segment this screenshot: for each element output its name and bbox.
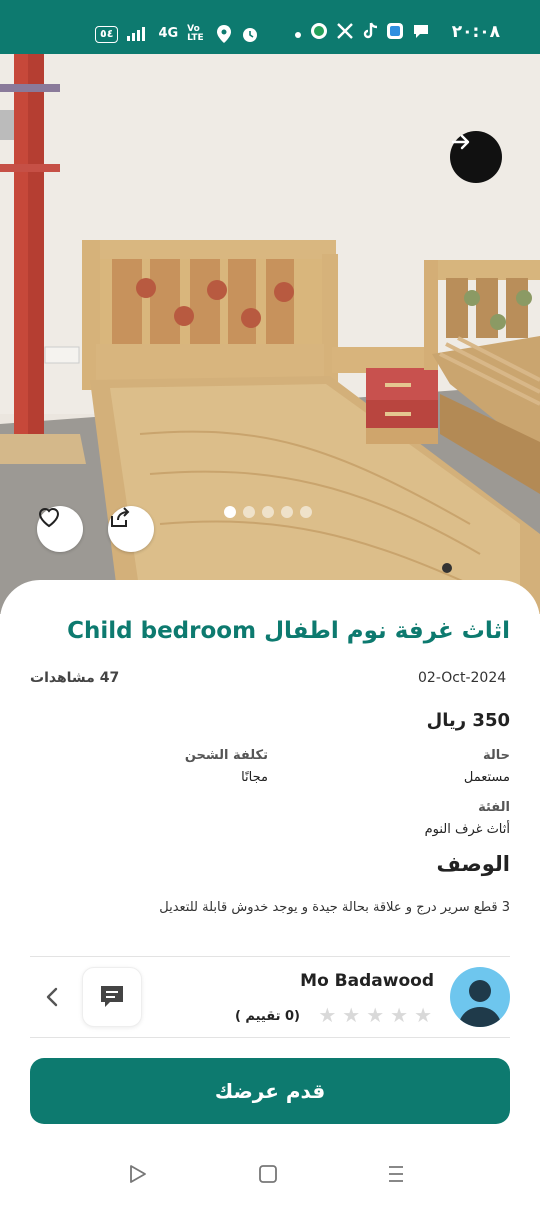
listing-price: 350 ريال bbox=[426, 710, 510, 731]
signal-icon bbox=[127, 25, 149, 43]
listing-details-card: اثاث غرفة نوم اطفال Child bedroom 02-Oct… bbox=[0, 580, 540, 1206]
star-icon: ★ bbox=[342, 1003, 361, 1027]
status-bar: ٥٤ 4G Vo LTE ٢٠:٠٨ bbox=[0, 0, 540, 54]
whatsapp-icon bbox=[310, 22, 328, 44]
listing-title: اثاث غرفة نوم اطفال Child bedroom bbox=[67, 618, 510, 644]
chevron-left-icon[interactable] bbox=[40, 984, 64, 1010]
system-nav-bar bbox=[0, 1150, 540, 1196]
tiktok-icon bbox=[362, 22, 378, 44]
seller-name[interactable]: Mo Badawood bbox=[300, 971, 434, 991]
network-type-label: 4G bbox=[158, 26, 179, 41]
home-nav-button[interactable] bbox=[254, 1160, 282, 1188]
category-label: الفئة bbox=[478, 800, 510, 815]
user-silhouette-icon bbox=[458, 980, 502, 1027]
message-icon bbox=[412, 22, 430, 44]
share-icon bbox=[111, 507, 130, 527]
chat-button[interactable] bbox=[82, 967, 142, 1027]
pagination-dot[interactable] bbox=[224, 506, 236, 518]
pagination-dot[interactable] bbox=[281, 506, 293, 518]
app-icon bbox=[386, 22, 404, 44]
condition-value: مستعمل bbox=[463, 770, 510, 785]
listing-date: 02-Oct-2024 bbox=[418, 670, 507, 686]
seller-avatar[interactable] bbox=[450, 967, 510, 1027]
star-icon: ★ bbox=[414, 1003, 432, 1027]
image-pagination bbox=[224, 506, 312, 518]
status-icons-right bbox=[294, 22, 430, 44]
dot-icon bbox=[294, 24, 302, 43]
recents-nav-button[interactable] bbox=[382, 1160, 410, 1188]
rating-stars: ★ ★ ★ ★ ★ bbox=[318, 1005, 432, 1025]
star-icon: ★ bbox=[318, 1003, 337, 1027]
shipping-cost-label: تكلفة الشحن bbox=[184, 748, 268, 763]
battery-icon: ٥٤ bbox=[95, 25, 119, 43]
heart-icon bbox=[38, 508, 60, 528]
rating-count: (0 تقييم ) bbox=[234, 1009, 300, 1024]
status-icons-left: ٥٤ 4G Vo LTE bbox=[95, 22, 259, 46]
views-count: 47 مشاهدات bbox=[30, 670, 120, 686]
shipping-cost-value: مجانًا bbox=[241, 770, 268, 785]
arrow-right-icon bbox=[451, 134, 470, 150]
play-triangle-icon bbox=[130, 1165, 146, 1183]
make-offer-button[interactable]: قدم عرضك bbox=[30, 1058, 510, 1124]
status-time: ٢٠:٠٨ bbox=[451, 22, 500, 42]
square-icon bbox=[259, 1165, 277, 1183]
menu-lines-icon bbox=[389, 1166, 403, 1182]
description-text: 3 قطع سرير درج و علاقة بحالة جيدة و يوجد… bbox=[159, 900, 510, 915]
alarm-icon bbox=[241, 25, 259, 43]
favorite-button[interactable] bbox=[37, 506, 83, 552]
back-nav-button[interactable] bbox=[124, 1160, 152, 1188]
star-icon: ★ bbox=[366, 1003, 385, 1027]
listing-image[interactable] bbox=[0, 54, 540, 614]
next-image-button[interactable] bbox=[450, 131, 502, 183]
pagination-dot[interactable] bbox=[262, 506, 274, 518]
pagination-dot[interactable] bbox=[243, 506, 255, 518]
x-icon bbox=[336, 22, 354, 44]
location-icon bbox=[216, 25, 232, 43]
chat-bubble-icon bbox=[101, 986, 123, 1007]
volte-label: Vo LTE bbox=[187, 24, 204, 43]
star-icon: ★ bbox=[390, 1003, 409, 1027]
share-button[interactable] bbox=[108, 506, 154, 552]
description-title: الوصف bbox=[436, 852, 510, 876]
category-value: أثاث غرف النوم bbox=[424, 822, 510, 837]
condition-label: حالة bbox=[482, 748, 510, 763]
seller-row[interactable]: Mo Badawood ★ ★ ★ ★ ★ (0 تقييم ) bbox=[30, 956, 510, 1038]
pagination-dot[interactable] bbox=[300, 506, 312, 518]
